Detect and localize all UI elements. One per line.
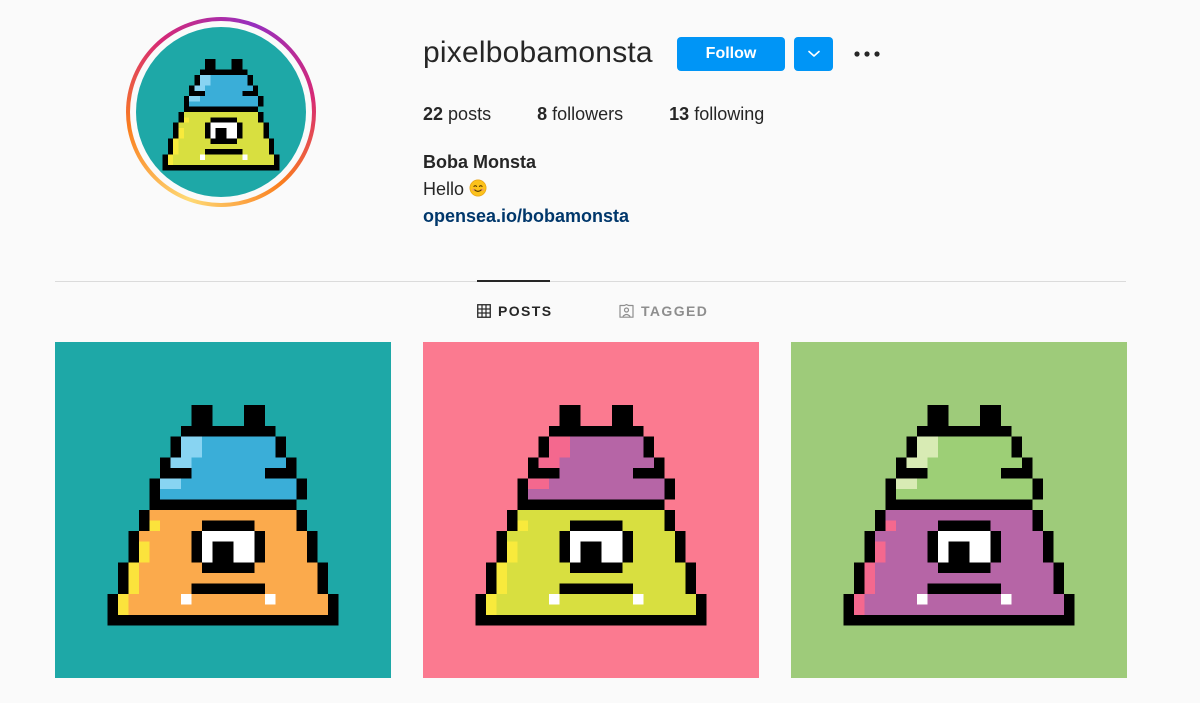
chevron-down-icon [807,50,820,57]
following-stat[interactable]: 13 following [669,104,764,125]
avatar-story-ring[interactable] [126,17,316,207]
active-tab-indicator [477,280,550,282]
avatar[interactable] [136,27,306,197]
following-label: following [694,104,765,124]
tab-tagged[interactable]: TAGGED [619,303,708,319]
profile-username: pixelbobamonsta [423,36,653,69]
suggested-dropdown-button[interactable] [794,37,833,71]
tab-posts[interactable]: POSTS [477,303,552,319]
grid-icon [477,304,491,318]
posts-label: posts [448,104,492,124]
followers-count: 8 [537,104,548,124]
profile-link[interactable]: opensea.io/bobamonsta [423,206,629,227]
posts-stat: 22 posts [423,104,491,125]
profile-full-name: Boba Monsta [423,152,537,172]
post-thumbnail[interactable] [791,342,1127,678]
tab-posts-label: POSTS [498,303,553,319]
bio-text: Hello [423,179,465,199]
following-count: 13 [669,104,690,124]
profile-stats: 22 posts 8 followers 13 following [423,104,810,125]
tagged-icon [619,304,634,318]
tab-tagged-label: TAGGED [641,303,709,319]
followers-stat[interactable]: 8 followers [537,104,623,125]
ellipsis-icon [854,51,880,57]
more-options-button[interactable] [852,40,882,68]
post-thumbnail[interactable] [423,342,759,678]
profile-bio: Hello [423,179,487,200]
smiling-face-icon [469,179,487,197]
followers-label: followers [552,104,624,124]
tabs-divider [55,281,1126,282]
post-thumbnail[interactable] [55,342,391,678]
follow-button[interactable]: Follow [677,37,785,71]
posts-count: 22 [423,104,444,124]
